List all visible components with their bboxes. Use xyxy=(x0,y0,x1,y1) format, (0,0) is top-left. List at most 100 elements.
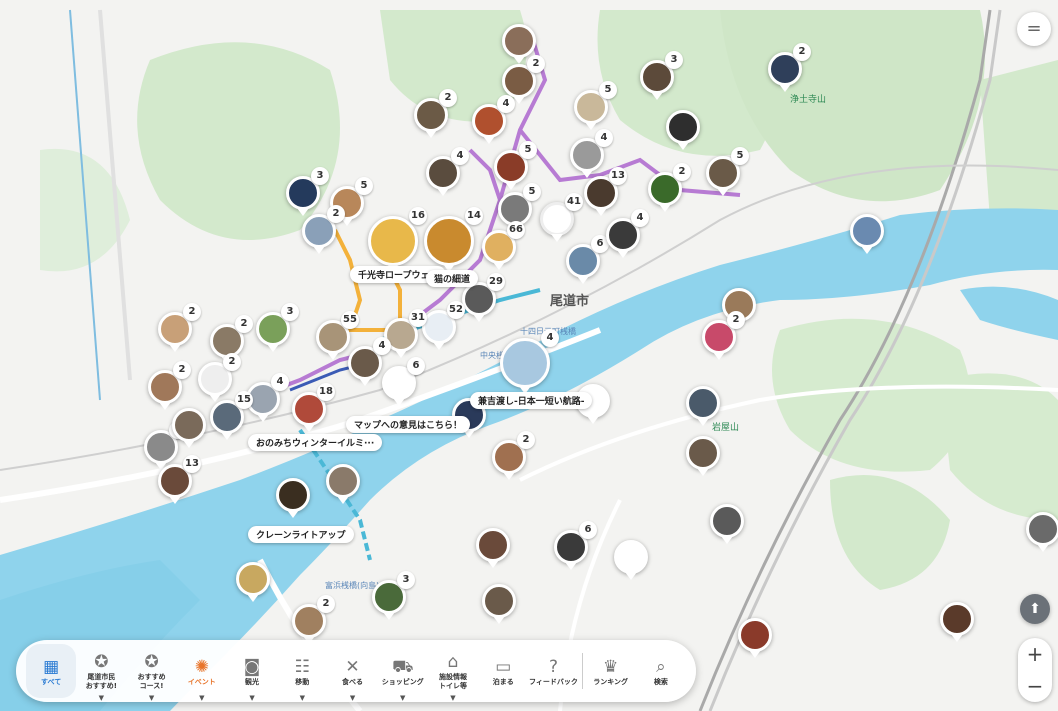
map-pin[interactable]: 2 xyxy=(648,163,691,212)
map-pin[interactable]: 2 xyxy=(158,303,201,352)
menu-button[interactable]: = xyxy=(1017,12,1051,46)
chevron-down-icon: ▼ xyxy=(349,694,356,702)
map-pin[interactable]: 5 xyxy=(574,81,617,130)
map-canvas[interactable]: 尾道市 浄土寺山 岩屋山 十四日元町桟橋 中央桟橋 富浜桟橋(向島) 2 2 5… xyxy=(0,0,1058,711)
map-pin[interactable]: 4 xyxy=(426,147,469,196)
map-pin[interactable] xyxy=(476,528,510,568)
map-pin-logo[interactable] xyxy=(614,540,648,580)
map-pin[interactable]: 2 xyxy=(502,55,545,104)
callout-feedback-map[interactable]: マップへの意見はこちら！ xyxy=(346,416,471,433)
pin-count: 2 xyxy=(327,205,345,223)
map-pin[interactable]: 13 xyxy=(158,455,201,504)
pier-label-tomihama: 富浜桟橋(向島) xyxy=(325,581,380,590)
map-pin[interactable]: 2 xyxy=(292,595,335,644)
map-pin[interactable]: 4 xyxy=(472,95,515,144)
map-pin[interactable]: 18 xyxy=(292,383,335,432)
cart-icon: ⛟ xyxy=(392,656,414,677)
toolbar-item-sightseeing[interactable]: ◙ 観光 ▼ xyxy=(227,644,277,703)
zoom-in-button[interactable]: + xyxy=(1018,638,1052,670)
chevron-down-icon: ▼ xyxy=(400,694,406,702)
toolbar-label: フィードバック xyxy=(529,677,578,686)
callout-ferry[interactable]: 兼吉渡し-日本一短い航路- xyxy=(470,392,593,409)
map-pin[interactable]: 15 xyxy=(210,391,253,440)
map-pin[interactable] xyxy=(326,464,360,504)
pin-count: 55 xyxy=(341,311,359,329)
map-pin[interactable]: 6 xyxy=(382,357,425,406)
map-pin[interactable] xyxy=(940,602,974,642)
toolbar-item-facilities[interactable]: ⌂ 施設情報 トイレ等 ▼ xyxy=(428,644,478,702)
callout-crane-lightup[interactable]: クレーンライトアップ xyxy=(248,526,354,543)
toolbar-label: 泊まる xyxy=(492,677,514,686)
map-pin[interactable]: 4 xyxy=(348,337,391,386)
map-pin-ropeway[interactable]: 16 xyxy=(368,207,427,272)
zoom-out-button[interactable]: − xyxy=(1018,670,1052,702)
map-pin[interactable] xyxy=(686,386,720,426)
pin-count: 2 xyxy=(183,303,201,321)
map-pin[interactable]: 4 xyxy=(570,129,613,178)
badge-icon: ✪ xyxy=(94,652,109,672)
map-pin[interactable] xyxy=(738,618,772,658)
map-pin[interactable] xyxy=(236,562,270,602)
toolbar-item-citizen-recommend[interactable]: ✪ 尾道市民 おすすめ! ▼ xyxy=(76,644,126,702)
toolbar-item-search[interactable]: ⌕ 検索 xyxy=(636,644,686,698)
toolbar-label: ランキング xyxy=(593,677,629,686)
toolbar-item-eat[interactable]: ✕ 食べる ▼ xyxy=(327,644,377,703)
pin-count: 5 xyxy=(731,147,749,165)
compass-icon[interactable]: ⬆ xyxy=(1020,594,1050,624)
map-pin[interactable]: 6 xyxy=(566,235,609,284)
toolbar-item-recommended-course[interactable]: ✪ おすすめ コース! ▼ xyxy=(126,644,176,702)
map-pin[interactable]: 66 xyxy=(482,221,525,270)
chevron-down-icon: ▼ xyxy=(450,694,456,702)
map-pin[interactable]: 2 xyxy=(198,353,241,402)
map-pin[interactable]: 2 xyxy=(148,361,191,410)
pin-count: 2 xyxy=(527,55,545,73)
toolbar-item-ranking[interactable]: ♛ ランキング xyxy=(586,644,636,698)
map-pin[interactable] xyxy=(482,584,516,624)
toolbar-item-shopping[interactable]: ⛟ ショッピング ▼ xyxy=(378,644,428,703)
map-pin[interactable]: 4 xyxy=(606,209,649,258)
pin-count: 2 xyxy=(235,315,253,333)
callout-winter-illumination[interactable]: おのみちウィンターイルミ··· xyxy=(248,434,383,451)
toolbar-item-stay[interactable]: ▭ 泊まる xyxy=(478,644,528,698)
map-pin[interactable]: 3 xyxy=(640,51,683,100)
chevron-down-icon: ▼ xyxy=(249,694,255,702)
map-pin[interactable] xyxy=(850,214,884,254)
map-pin[interactable]: 13 xyxy=(584,167,627,216)
map-pin[interactable]: 2 xyxy=(414,89,457,138)
map-pin[interactable]: 2 xyxy=(702,311,745,360)
map-pin[interactable] xyxy=(1026,512,1058,552)
map-pin[interactable] xyxy=(276,478,310,518)
map-pin[interactable]: 5 xyxy=(494,141,537,190)
chevron-down-icon: ▼ xyxy=(148,694,155,702)
pin-count: 4 xyxy=(497,95,515,113)
map-pin[interactable]: 29 xyxy=(462,273,505,322)
map-pin[interactable]: 6 xyxy=(554,521,597,570)
map-pin[interactable]: 3 xyxy=(144,421,187,470)
toolbar-label: ショッピング xyxy=(381,677,424,686)
toolbar-label: 移動 xyxy=(295,677,310,686)
grid-icon: ▦ xyxy=(43,656,60,677)
map-pin-cat[interactable]: 41 xyxy=(540,193,583,242)
map-pin[interactable]: 55 xyxy=(316,311,359,360)
map-pin[interactable] xyxy=(710,504,744,544)
map-pin[interactable]: 2 xyxy=(210,315,253,364)
map-pin[interactable]: 2 xyxy=(492,431,535,480)
map-pin[interactable]: 5 xyxy=(706,147,749,196)
map-pin[interactable]: 3 xyxy=(256,303,299,352)
map-pin[interactable]: 3 xyxy=(286,167,329,216)
map-pin[interactable]: 2 xyxy=(302,205,345,254)
toolbar-item-feedback[interactable]: ? フィードバック xyxy=(528,644,578,698)
map-pin[interactable] xyxy=(502,24,536,64)
map-pin-ferry[interactable]: 4 xyxy=(500,329,559,394)
toolbar-item-event[interactable]: ✺ イベント ▼ xyxy=(177,644,227,703)
map-pin[interactable]: 52 xyxy=(422,301,465,350)
map-pin[interactable] xyxy=(666,110,700,150)
map-pin[interactable] xyxy=(686,436,720,476)
map-pin[interactable] xyxy=(172,408,206,448)
toolbar-item-transport[interactable]: ☷ 移動 ▼ xyxy=(277,644,327,703)
callout-cat-alley[interactable]: 猫の細道 xyxy=(426,270,479,287)
map-pin[interactable]: 2 xyxy=(768,43,811,92)
toolbar-item-all[interactable]: ▦ すべて xyxy=(26,644,77,698)
map-pin[interactable]: 3 xyxy=(372,571,415,620)
map-pin-cat-alley[interactable]: 14 xyxy=(424,207,483,272)
